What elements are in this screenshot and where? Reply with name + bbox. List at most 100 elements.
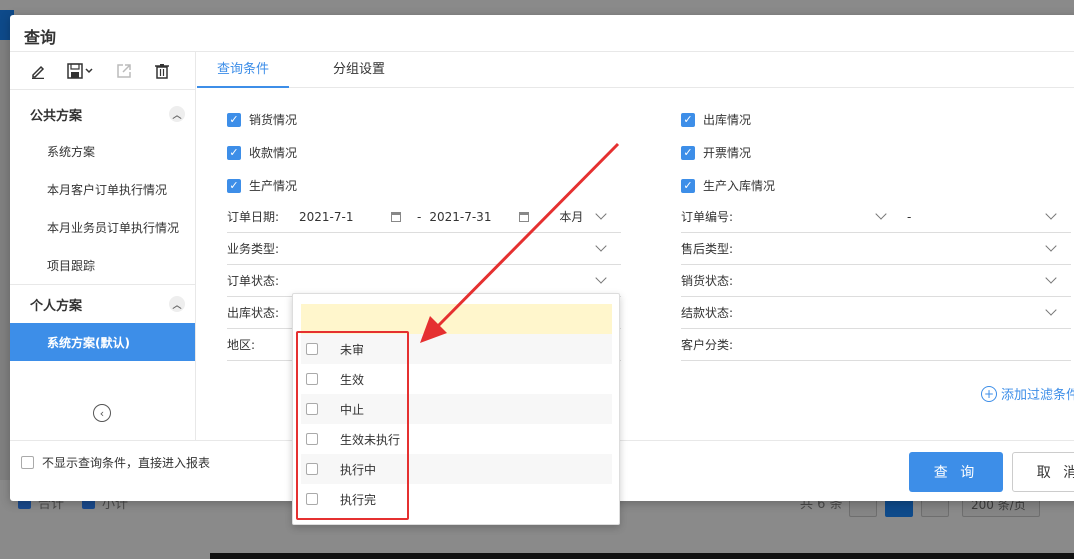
order-date-field: 订单日期: 2021-7-1 - 2021-7-31 本月 [227,201,621,233]
settlement-status-field[interactable]: 结款状态: [681,297,1071,329]
checkbox-box [306,403,318,415]
plus-circle-icon: + [981,385,997,402]
checkmark-icon: ✓ [227,112,241,127]
dialog-header: 查询 [10,15,1074,52]
customer-category-label: 客户分类: [681,338,734,352]
personal-scheme-group[interactable]: 个人方案 ︿ [10,285,195,323]
checkbox-box [21,456,34,469]
sidebar-item-label: 项目跟踪 [47,258,96,273]
option-label: 生效 [340,372,365,387]
order-number-label: 订单编号: [681,210,734,224]
checkmark-icon: ✓ [681,112,695,127]
chevron-down-icon[interactable] [1045,304,1057,316]
sales-status-label: 销货状态: [681,274,734,288]
calendar-icon[interactable] [391,211,401,222]
status-option-effective[interactable]: 生效 [301,364,612,394]
order-status-dropdown: 未审 生效 中止 生效未执行 执行中 执行完 [292,293,620,525]
checkmark-icon: ✓ [681,178,695,193]
tab-group-settings[interactable]: 分组设置 [313,52,405,88]
checkbox-label: 销货情况 [249,113,298,127]
sidebar-item-system-scheme[interactable]: 系统方案 [10,132,195,170]
sidebar-item-label: 系统方案 [47,144,96,159]
outbound-checkbox[interactable]: ✓ 出库情况 [681,111,751,128]
checkmark-icon: ✓ [227,145,241,160]
invoice-checkbox[interactable]: ✓ 开票情况 [681,144,751,161]
chevron-down-icon[interactable] [1045,208,1057,220]
dropdown-search-input[interactable] [301,304,612,334]
production-checkbox[interactable]: ✓ 生产情况 [227,177,297,194]
outbound-status-label: 出库状态: [227,306,280,320]
start-date-input[interactable]: 2021-7-1 [299,210,379,224]
checkbox-label: 开票情况 [703,146,752,160]
export-icon[interactable] [114,61,134,81]
checkbox-box [306,493,318,505]
calendar-icon[interactable] [519,211,530,222]
date-separator: - [417,209,422,224]
sidebar-item-label: 本月客户订单执行情况 [47,182,168,197]
query-button[interactable]: 查 询 [909,452,1003,492]
status-option-unreviewed[interactable]: 未审 [301,334,612,364]
dialog-title: 查询 [24,28,57,47]
end-date-input[interactable]: 2021-7-31 [429,210,507,224]
order-status-label: 订单状态: [227,274,280,288]
status-option-suspended[interactable]: 中止 [301,394,612,424]
option-label: 未审 [340,342,365,357]
checkbox-label: 生产入库情况 [703,179,776,193]
chevron-up-icon[interactable]: ︿ [169,106,185,122]
sidebar-item-project-tracking[interactable]: 项目跟踪 [10,246,195,284]
sales-checkbox[interactable]: ✓ 销货情况 [227,111,297,128]
delete-icon[interactable] [152,61,172,81]
public-scheme-label: 公共方案 [30,108,83,124]
range-separator: - [907,209,912,224]
chevron-down-icon[interactable] [595,208,607,220]
status-option-not-executed[interactable]: 生效未执行 [301,424,612,454]
edit-icon[interactable] [28,61,48,81]
chevron-up-icon[interactable]: ︿ [169,296,185,312]
business-type-field[interactable]: 业务类型: [227,233,621,265]
payment-checkbox[interactable]: ✓ 收款情况 [227,144,297,161]
sidebar-item-label: 本月业务员订单执行情况 [47,220,180,235]
order-number-field: 订单编号: - [681,201,1071,233]
chevron-down-icon[interactable] [595,272,607,284]
checkbox-box [306,463,318,475]
personal-scheme-label: 个人方案 [30,298,83,314]
option-label: 执行中 [340,462,377,477]
order-date-label: 订单日期: [227,210,280,224]
status-option-completed[interactable]: 执行完 [301,484,612,514]
status-option-executing[interactable]: 执行中 [301,454,612,484]
cancel-button[interactable]: 取 消 [1012,452,1074,492]
chevron-down-icon[interactable] [595,240,607,252]
option-label: 执行完 [340,492,377,507]
sidebar-item-customer-orders[interactable]: 本月客户订单执行情况 [10,170,195,208]
checkmark-icon: ✓ [681,145,695,160]
chevron-down-icon[interactable] [875,208,887,220]
public-scheme-group[interactable]: 公共方案 ︿ [10,96,195,132]
checkbox-label: 收款情况 [249,146,298,160]
customer-category-field[interactable]: 客户分类: [681,329,1071,361]
tab-query-conditions[interactable]: 查询条件 [197,52,290,88]
aftersale-type-label: 售后类型: [681,242,734,256]
chevron-down-icon[interactable] [1045,240,1057,252]
skip-conditions-checkbox[interactable]: 不显示查询条件，直接进入报表 [21,454,210,471]
tab-bar: 查询条件 分组设置 [197,52,1074,88]
sidebar-item-default-scheme[interactable]: 系统方案(默认) [10,323,195,361]
checkbox-box [306,373,318,385]
background-bar [210,553,1074,559]
checkmark-icon: ✓ [227,178,241,193]
add-filter-button[interactable]: + 添加过滤条件 [981,384,1074,403]
production-inbound-checkbox[interactable]: ✓ 生产入库情况 [681,177,775,194]
add-filter-label: 添加过滤条件 [1001,388,1074,403]
sales-status-field[interactable]: 销货状态: [681,265,1071,297]
period-select[interactable]: 本月 [559,208,583,225]
checkbox-label: 生产情况 [249,179,298,193]
checkbox-box [306,343,318,355]
settlement-status-label: 结款状态: [681,306,734,320]
sidebar-item-salesman-orders[interactable]: 本月业务员订单执行情况 [10,208,195,246]
checkbox-box [306,433,318,445]
chevron-down-icon[interactable] [1045,272,1057,284]
sidebar-item-label: 系统方案(默认) [47,335,130,350]
aftersale-type-field[interactable]: 售后类型: [681,233,1071,265]
option-label: 生效未执行 [340,432,401,447]
save-icon[interactable] [66,61,96,81]
collapse-sidebar-icon[interactable]: ‹ [93,404,111,422]
